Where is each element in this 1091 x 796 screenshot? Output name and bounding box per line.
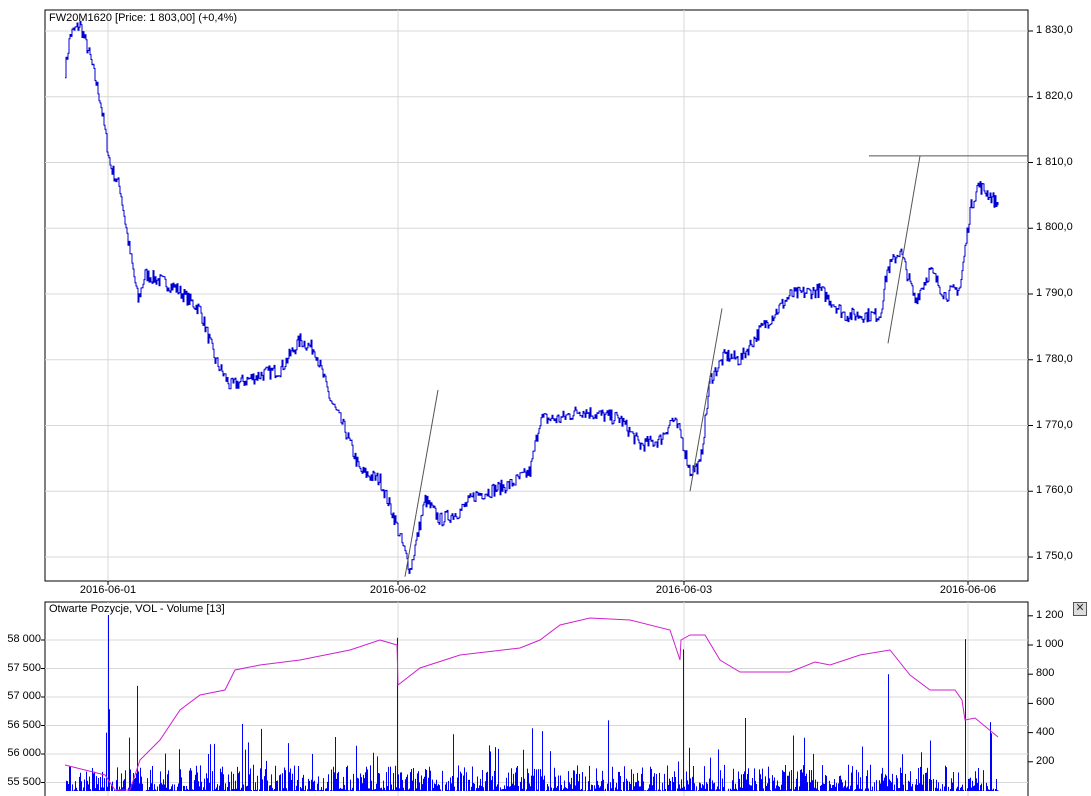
left-y-tick-label: 58 000: [7, 633, 41, 645]
lower-panel-title: Otwarte Pozycje, VOL - Volume [13]: [46, 603, 228, 615]
x-tick-label: 2016-06-02: [369, 584, 427, 596]
left-y-tick-label: 56 500: [7, 718, 41, 731]
main-plot-area: [44, 9, 1029, 582]
y-tick-label: 1 800,0: [1036, 221, 1073, 234]
x-tick-label: 2016-06-01: [79, 584, 137, 596]
x-tick-label: 2016-06-06: [939, 584, 997, 596]
right-y-tick-label: 600: [1036, 696, 1055, 709]
right-y-tick-label: 1 200: [1036, 608, 1064, 621]
y-tick-label: 1 760,0: [1036, 484, 1073, 497]
right-y-tick-label: 200: [1036, 754, 1055, 767]
y-tick-label: 1 830,0: [1036, 24, 1073, 36]
y-tick-label: 1 810,0: [1036, 155, 1073, 168]
volume-plot-area: [44, 601, 1029, 796]
y-tick-label: 1 790,0: [1036, 287, 1073, 299]
right-y-tick-label: 1 000: [1036, 638, 1064, 650]
chart-canvas: [41, 9, 1033, 796]
x-tick-label: 2016-06-03: [655, 584, 713, 596]
main-chart-title: FW20M1620 [Price: 1 803,00] (+0,4%): [49, 12, 238, 24]
y-tick-label: 1 780,0: [1036, 352, 1073, 365]
close-panel-button[interactable]: ✕: [1073, 602, 1087, 616]
left-y-tick-label: 56 000: [7, 747, 41, 759]
y-tick-label: 1 770,0: [1036, 418, 1073, 431]
left-y-tick-label: 57 500: [7, 661, 41, 674]
y-tick-label: 1 750,0: [1036, 550, 1073, 562]
left-y-tick-label: 57 000: [7, 690, 41, 702]
right-y-tick-label: 800: [1036, 667, 1055, 680]
left-y-tick-label: 55 500: [7, 775, 41, 788]
right-y-tick-label: 400: [1036, 725, 1055, 738]
y-tick-label: 1 820,0: [1036, 89, 1073, 102]
